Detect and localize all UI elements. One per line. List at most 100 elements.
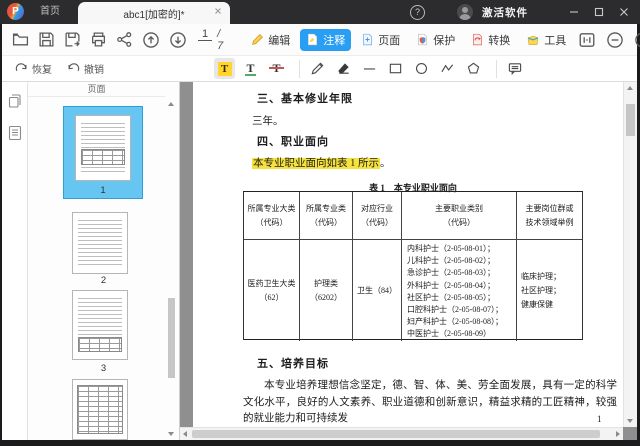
next-page-icon[interactable]: [169, 29, 187, 51]
table-cell: 护理类 （6202）: [300, 240, 353, 341]
pencil-tool[interactable]: [307, 58, 328, 79]
scroll-right-icon[interactable]: [616, 431, 620, 437]
tab-document[interactable]: abc1[加密的]*: [78, 2, 230, 24]
table-header-cell: 主要岗位群或 技术领域举例: [517, 192, 582, 240]
print-icon[interactable]: [90, 29, 107, 51]
app-logo-icon: P: [7, 3, 24, 20]
table-cell: 内科护士（2-05-08-01）； 儿科护士（2-05-08-02）； 急诊护士…: [402, 240, 517, 341]
outline-panel-icon[interactable]: [6, 124, 24, 142]
scroll-up-icon[interactable]: [627, 86, 633, 90]
ribbon-tab-protect[interactable]: 保护: [410, 29, 461, 51]
underline-tool[interactable]: T: [240, 58, 261, 79]
activate-software-button[interactable]: 激活软件: [482, 5, 528, 20]
thumbnail-page-3[interactable]: [72, 290, 128, 360]
zoom-out-icon[interactable]: [604, 29, 626, 51]
panel-scrollbar-thumb[interactable]: [168, 298, 175, 378]
zoom-in-icon[interactable]: [632, 29, 640, 51]
underline-icon: T: [245, 60, 256, 76]
vertical-scrollbar-thumb[interactable]: [626, 104, 635, 136]
page-indicator: 1 / 7: [198, 28, 223, 52]
help-icon[interactable]: ?: [410, 4, 425, 20]
thumbnail-page-1[interactable]: 1: [63, 106, 143, 199]
redo-icon: [15, 63, 27, 72]
redo-label: 恢复: [32, 65, 52, 76]
close-button[interactable]: [611, 0, 636, 24]
table-header-cell: 所属专业大类 （代码）: [244, 192, 300, 240]
annotation-toolbar: 恢复 撤销 T T T: [2, 56, 637, 82]
maximize-button[interactable]: [586, 0, 611, 24]
page-number-input[interactable]: 1: [198, 28, 213, 41]
document-page[interactable]: 三、基本修业年限 三年。 四、职业面向 本专业职业面向如表 1 所示。 表 1 …: [193, 82, 623, 430]
undo-label: 撤销: [84, 65, 104, 76]
thumbnail-page-2[interactable]: [72, 212, 128, 274]
tab-home[interactable]: 首页: [32, 0, 68, 24]
section4-sentence: 本专业职业面向如表 1 所示。: [252, 155, 391, 170]
navigation-strip: [2, 82, 28, 440]
career-table: 所属专业大类 （代码） 所属专业类 （代码） 对应行业 （代码） 主要职业类别 …: [243, 191, 583, 341]
previous-page-icon[interactable]: [142, 29, 160, 51]
table-cell: 临床护理； 社区护理； 健康保健: [521, 271, 561, 309]
app-window: P 首页 abc1[加密的]* ? 激活软件 1 / 7 编辑 注释 页面 保护…: [0, 0, 640, 446]
callout-note-tool[interactable]: [504, 58, 525, 79]
page-footer-number: 1: [597, 414, 602, 424]
ribbon-tab-tools-label: 工具: [544, 34, 567, 47]
panel-scroll-up-icon[interactable]: [168, 102, 174, 106]
ribbon-tab-protect-label: 保护: [433, 34, 456, 47]
page-total-label: / 7: [217, 27, 224, 52]
ribbon-tab-edit[interactable]: 编辑: [245, 29, 296, 51]
panel-scroll-down-icon[interactable]: [168, 432, 174, 436]
strikethrough-icon: T: [269, 61, 284, 75]
horizontal-scrollbar-thumb[interactable]: [192, 430, 600, 438]
thumbnail-3-label: 3: [100, 363, 107, 374]
ribbon-tab-comment-label: 注释: [323, 34, 346, 47]
ribbon-tab-page[interactable]: 页面: [355, 29, 406, 51]
section5-heading: 五、培养目标: [257, 358, 329, 370]
ribbon-tab-comment[interactable]: 注释: [300, 28, 352, 51]
titlebar: P 首页 abc1[加密的]* ? 激活软件: [0, 0, 640, 24]
table-header-cell: 所属专业类 （代码）: [300, 192, 353, 240]
titlebar-right-group: ? 激活软件: [410, 0, 528, 24]
table-header-cell: 对应行业 （代码）: [353, 192, 402, 240]
highlight-icon: T: [217, 61, 232, 76]
document-viewport[interactable]: 三、基本修业年限 三年。 四、职业面向 本专业职业面向如表 1 所示。 表 1 …: [180, 82, 637, 440]
open-file-icon[interactable]: [12, 29, 29, 51]
polygon-tool[interactable]: [463, 58, 484, 79]
share-icon[interactable]: [116, 29, 133, 51]
ribbon-tab-convert-label: 转换: [488, 34, 511, 47]
line-tool[interactable]: [359, 58, 380, 79]
eraser-tool[interactable]: [333, 58, 354, 79]
horizontal-scrollbar[interactable]: [180, 427, 623, 440]
redo-button[interactable]: 恢复: [14, 61, 52, 76]
fit-page-icon[interactable]: [576, 29, 598, 51]
panel-scrollbar[interactable]: [167, 100, 176, 438]
pages-panel-title: 页面: [28, 82, 165, 97]
view-controls: [576, 29, 640, 51]
undo-button[interactable]: 撤销: [66, 61, 104, 76]
ellipse-tool[interactable]: [411, 58, 432, 79]
polyline-tool[interactable]: [437, 58, 458, 79]
ribbon-tab-edit-label: 编辑: [268, 34, 291, 47]
ribbon-tab-convert[interactable]: 转换: [465, 29, 516, 51]
thumbnail-1-label: 1: [100, 185, 106, 196]
vertical-scrollbar[interactable]: [623, 82, 637, 427]
tab-close-icon[interactable]: [212, 5, 224, 17]
save-as-icon[interactable]: [64, 29, 81, 51]
main-toolbar: 1 / 7 编辑 注释 页面 保护 转换 工具: [2, 24, 640, 56]
save-icon[interactable]: [38, 29, 55, 51]
ribbon-tab-tools[interactable]: 工具: [520, 29, 572, 51]
thumbnail-page-4[interactable]: [72, 379, 128, 440]
user-avatar[interactable]: [457, 4, 473, 20]
rectangle-tool[interactable]: [385, 58, 406, 79]
page-thumbnails-icon[interactable]: [6, 92, 24, 110]
scroll-left-icon[interactable]: [183, 431, 187, 437]
table-cell: 卫生（84）: [353, 240, 402, 341]
highlight-tool[interactable]: T: [214, 58, 235, 79]
thumbnail-2-label: 2: [100, 275, 107, 286]
section3-body: 三年。: [252, 116, 284, 127]
minimize-button[interactable]: [561, 0, 586, 24]
highlighted-text[interactable]: 本专业职业面向如表 1 所示: [252, 158, 380, 169]
scroll-down-icon[interactable]: [627, 419, 633, 423]
document-tab-title: abc1[加密的]*: [123, 9, 185, 21]
tools-divider-2: [496, 59, 497, 78]
strikethrough-tool[interactable]: T: [266, 58, 287, 79]
